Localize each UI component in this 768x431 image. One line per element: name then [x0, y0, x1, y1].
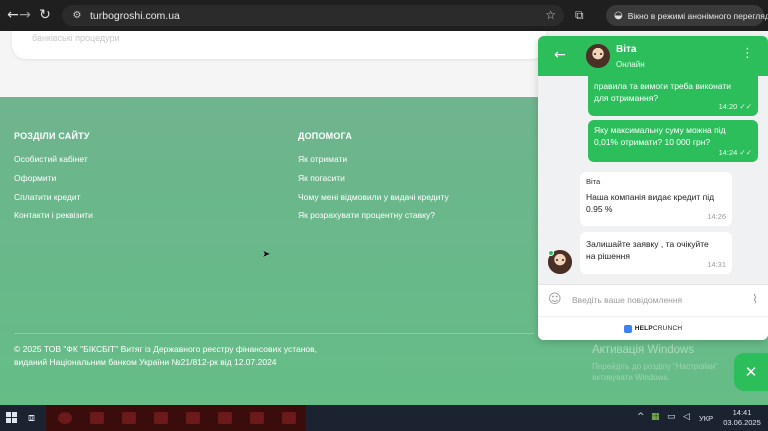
bookmark-star-icon[interactable]: ☆ [545, 8, 556, 22]
footer-link-interest-rate[interactable]: Як розрахувати процентну ставку? [298, 210, 435, 220]
chat-input-bar: ☺ Введіть ваше повідомлення ⌇ [538, 284, 768, 316]
footer-link-contacts[interactable]: Контакти і реквізити [14, 210, 93, 220]
footer-copyright-line2: виданий Національним банком України №21/… [14, 357, 277, 367]
app-icon[interactable] [186, 412, 200, 424]
message-text-line: Залишайте заявку , та очікуйте [586, 239, 709, 249]
app-icon[interactable] [218, 412, 232, 424]
incognito-icon: ◒ [614, 10, 623, 21]
agent-avatar [586, 44, 610, 68]
chat-message-outgoing: Яку максимальну суму можна під 0,01% отр… [588, 120, 758, 162]
content-card: банківські процедури [12, 31, 546, 59]
footer-heading-help: ДОПОМОГА [298, 131, 353, 141]
windows-activation-title: Активація Windows [592, 344, 695, 356]
tray-language[interactable]: УКР [699, 414, 713, 423]
chat-message-incoming: Віта Наша компанія видає кредит під 0.95… [580, 172, 732, 226]
browser-toolbar: ← → ↻ ⚙ turbogroshi.com.ua ☆ ⧉ ◒ Вікно в… [0, 0, 768, 31]
url-text[interactable]: turbogroshi.com.ua [90, 10, 180, 22]
incognito-badge[interactable]: ◒ Вікно в режимі анонімного перегляду [606, 5, 768, 26]
footer-link-how-to-repay[interactable]: Як погасити [298, 173, 345, 183]
tray-clock[interactable]: 14:41 03.06.2025 [722, 408, 762, 428]
message-text-line: 0.95 % [586, 204, 613, 214]
footer-link-apply[interactable]: Оформити [14, 173, 56, 183]
task-view-icon[interactable]: ⧈ [28, 411, 35, 425]
agent-status: Онлайн [616, 60, 645, 69]
footer-copyright-line1: © 2025 ТОВ "ФК "БІКСБІТ" Витяг із Держав… [14, 344, 318, 354]
mouse-cursor-icon: ➤ [262, 249, 271, 260]
footer-link-pay-credit[interactable]: Сплатити кредит [14, 192, 80, 202]
chat-widget: ← Віта Онлайн ⋮ правила та вимоги треба … [538, 36, 768, 340]
chat-message-outgoing: правила та вимоги треба виконати для отр… [588, 76, 758, 116]
footer-heading-sections: РОЗДІЛИ САЙТУ [14, 131, 90, 141]
message-time: 14:26 [707, 212, 726, 221]
windows-start-icon[interactable] [6, 412, 18, 424]
message-time: 14:31 [707, 260, 726, 269]
chat-message-incoming: Залишайте заявку , та очікуйте на рішенн… [580, 232, 732, 274]
chat-back-arrow-icon[interactable]: ← [554, 47, 566, 63]
online-dot [548, 250, 554, 256]
taskbar-apps [46, 405, 306, 431]
forward-arrow-icon[interactable]: → [14, 4, 36, 26]
chat-menu-icon[interactable]: ⋮ [741, 46, 754, 61]
chat-close-button[interactable]: ✕ [734, 353, 768, 391]
helpcrunch-branding[interactable]: HELPCRUNCH [538, 316, 768, 340]
footer-divider [14, 333, 534, 334]
windows-activation-line1: Перейдіть до розділу "Настройки" [592, 362, 718, 371]
tray-volume-icon[interactable]: ◁ [683, 412, 690, 422]
app-icon[interactable] [250, 412, 264, 424]
message-text-line: Наша компанія видає кредит під [586, 192, 715, 202]
attachment-icon[interactable]: ⌇ [752, 292, 758, 306]
message-time: 14:24 ✓✓ [718, 148, 752, 157]
footer-link-account[interactable]: Особистий кабінет [14, 154, 88, 164]
app-icon[interactable] [58, 412, 72, 424]
app-icon[interactable] [122, 412, 136, 424]
tray-app-icon[interactable]: ▦ [651, 412, 660, 422]
close-icon: ✕ [744, 363, 758, 381]
windows-taskbar: ⧈ ^ ▦ ▭ ◁ УКР 14:41 03.06.2025 [0, 405, 768, 431]
app-icon[interactable] [282, 412, 296, 424]
footer-link-how-to-get[interactable]: Як отримати [298, 154, 347, 164]
message-input[interactable]: Введіть ваше повідомлення [572, 295, 682, 305]
incognito-label: Вікно в режимі анонімного перегляду [627, 10, 768, 21]
message-time: 14:20 ✓✓ [718, 102, 752, 111]
message-sender: Віта [586, 177, 601, 186]
helpcrunch-logo-icon [623, 324, 632, 333]
clock-time: 14:41 [732, 408, 752, 417]
card-text: банківські процедури [32, 33, 120, 43]
chat-header: ← Віта Онлайн ⋮ [538, 36, 768, 76]
message-text-line: Яку максимальну суму можна під [594, 125, 726, 135]
footer-link-why-refused[interactable]: Чому мені відмовили у видачі кредиту [298, 192, 449, 202]
message-text-line: на рішення [586, 251, 630, 261]
address-bar[interactable]: ⚙ turbogroshi.com.ua ☆ [62, 5, 564, 26]
windows-activation-line2: активувати Windows. [592, 373, 670, 382]
agent-name: Віта [616, 44, 637, 55]
message-text-line: правила та вимоги треба виконати [594, 81, 731, 91]
extensions-icon[interactable]: ⧉ [575, 8, 584, 23]
site-info-icon[interactable]: ⚙ [68, 10, 86, 21]
app-icon[interactable] [154, 412, 168, 424]
reload-icon[interactable]: ↻ [34, 4, 56, 26]
emoji-icon[interactable]: ☺ [548, 292, 562, 307]
brand-text: HELPCRUNCH [634, 325, 683, 332]
tray-chevron-up-icon[interactable]: ^ [637, 412, 645, 422]
clock-date: 03.06.2025 [723, 418, 761, 427]
app-icon[interactable] [90, 412, 104, 424]
tray-battery-icon[interactable]: ▭ [667, 412, 676, 422]
